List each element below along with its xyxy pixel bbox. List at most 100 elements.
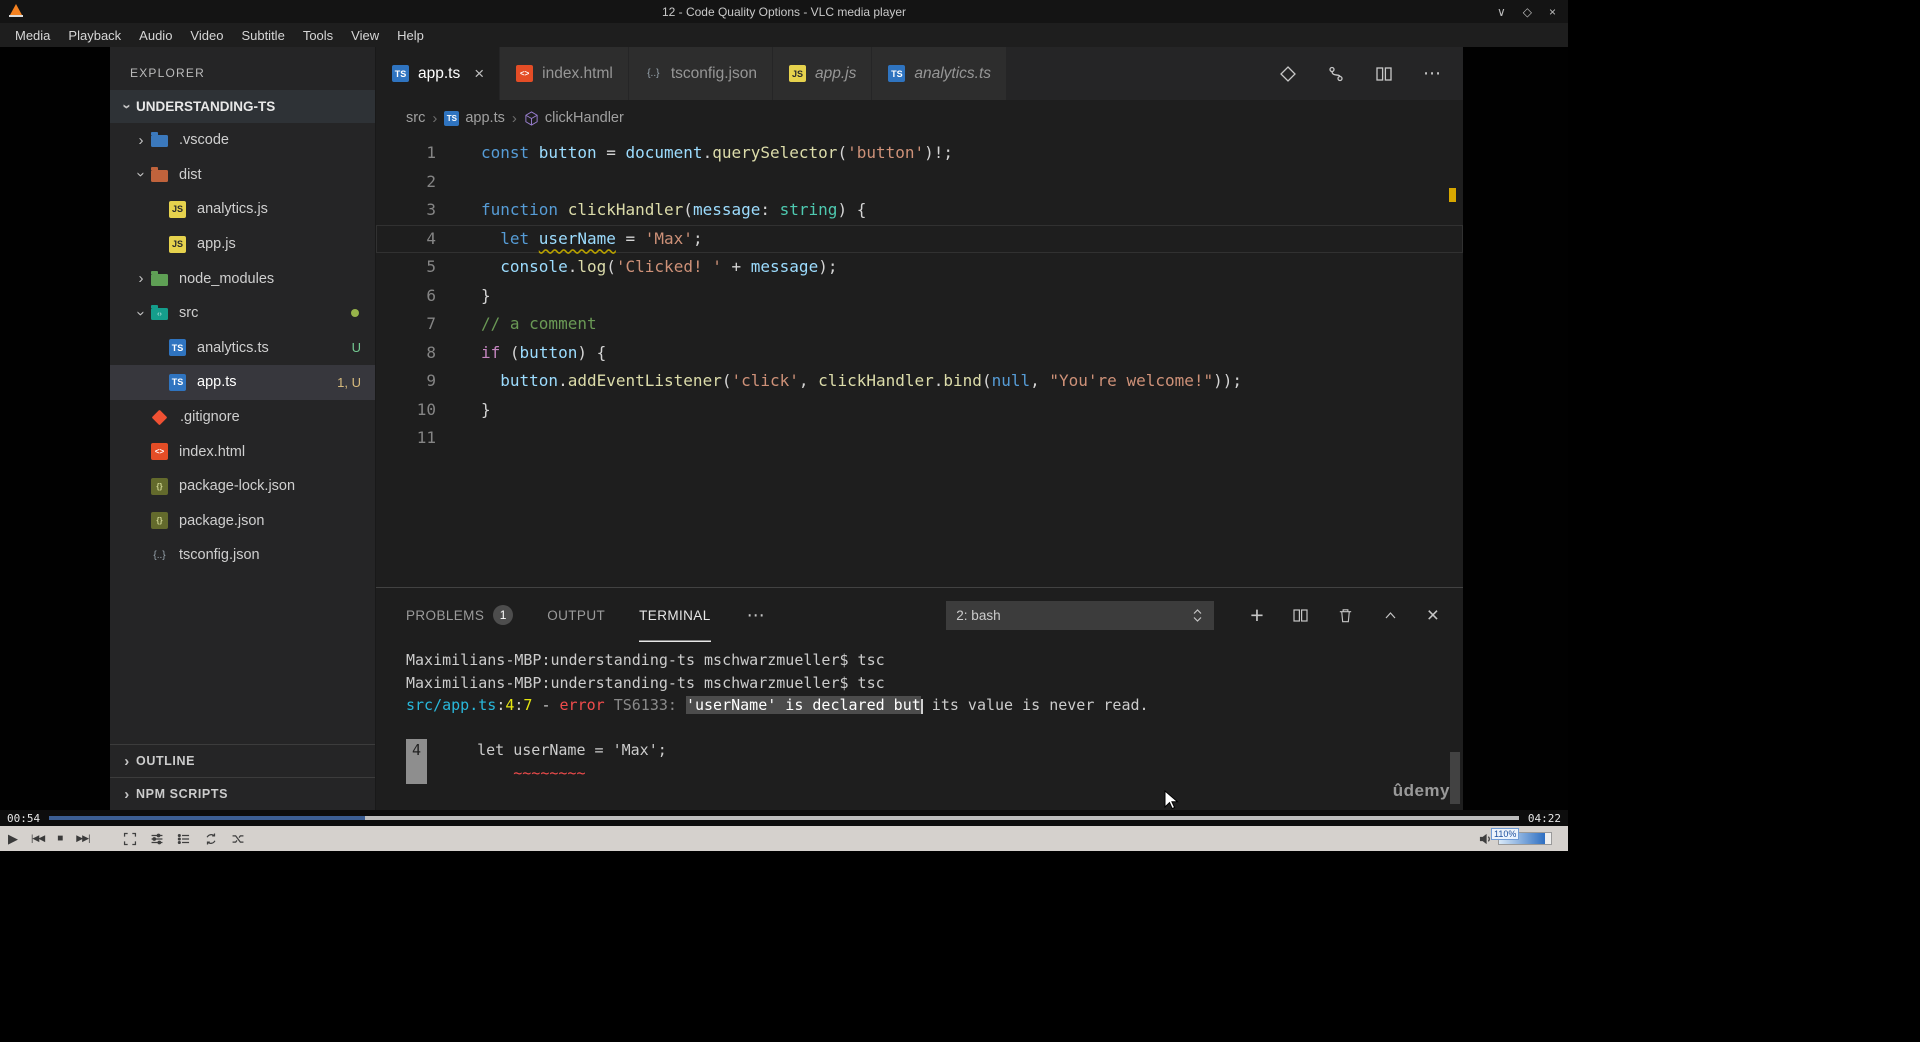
maximize-button[interactable]: ◇ bbox=[1523, 5, 1532, 19]
tree-item-index-html[interactable]: <> index.html bbox=[110, 434, 375, 469]
code-line[interactable]: 3 function clickHandler(message: string) … bbox=[376, 196, 1463, 225]
js-file-icon: JS bbox=[169, 235, 186, 253]
video-area[interactable]: EXPLORER › UNDERSTANDING-TS › .vscode › dis… bbox=[0, 47, 1568, 810]
menu-help[interactable]: Help bbox=[388, 28, 433, 43]
tree-item-tsconfig-json[interactable]: {..} tsconfig.json bbox=[110, 538, 375, 573]
code-editor[interactable]: 1 const button = document.querySelector('… bbox=[376, 136, 1463, 587]
tree-item-src[interactable]: › ‹› src bbox=[110, 296, 375, 331]
menu-media[interactable]: Media bbox=[6, 28, 59, 43]
menu-playback[interactable]: Playback bbox=[59, 28, 130, 43]
window-buttons: ∨ ◇ × bbox=[1497, 0, 1556, 23]
menu-tools[interactable]: Tools bbox=[294, 28, 342, 43]
workspace-root[interactable]: › UNDERSTANDING-TS bbox=[110, 90, 375, 123]
split-terminal-button[interactable] bbox=[1292, 607, 1309, 624]
code-text: button.addEventListener('click', clickHa… bbox=[500, 371, 1243, 390]
git-status-badge: 1, U bbox=[337, 374, 361, 390]
previous-button[interactable]: |◀◀ bbox=[31, 834, 45, 843]
tab-tsconfig-json[interactable]: {..} tsconfig.json bbox=[628, 47, 773, 100]
code-line[interactable]: 7 // a comment bbox=[376, 310, 1463, 339]
close-panel-button[interactable]: × bbox=[1427, 605, 1439, 626]
menu-audio[interactable]: Audio bbox=[130, 28, 181, 43]
code-line[interactable]: 2 bbox=[376, 168, 1463, 197]
tree-item-app-ts[interactable]: TS app.ts 1, U bbox=[110, 365, 375, 400]
terminal-shell-select[interactable]: 2: bash bbox=[946, 600, 1215, 630]
tree-item-dist[interactable]: › dist bbox=[110, 158, 375, 193]
next-button[interactable]: ▶▶| bbox=[76, 834, 90, 843]
git-compare-icon[interactable] bbox=[1279, 65, 1297, 83]
tree-item-label: index.html bbox=[179, 443, 246, 460]
panel-tab-output[interactable]: OUTPUT bbox=[547, 588, 605, 642]
tree-item-analytics-js[interactable]: JS analytics.js bbox=[110, 192, 375, 227]
editor-area: TS app.ts × <> index.html {..} tsconfig.json JS… bbox=[376, 47, 1463, 810]
split-editor-icon[interactable] bbox=[1375, 65, 1393, 83]
more-actions-icon[interactable]: ⋯ bbox=[1423, 63, 1441, 84]
chevron-down-icon: › bbox=[118, 104, 136, 109]
menu-view[interactable]: View bbox=[342, 28, 388, 43]
close-icon[interactable]: × bbox=[474, 64, 484, 84]
npm-scripts-section[interactable]: › NPM SCRIPTS bbox=[110, 777, 375, 810]
tree-item-app-js[interactable]: JS app.js bbox=[110, 227, 375, 262]
git-branch-icon[interactable] bbox=[1327, 65, 1345, 83]
line-number: 8 bbox=[426, 342, 436, 362]
new-terminal-button[interactable]: + bbox=[1250, 603, 1263, 627]
tree-item-analytics-ts[interactable]: TS analytics.ts U bbox=[110, 331, 375, 366]
tree-item-label: app.js bbox=[197, 236, 236, 253]
minimize-button[interactable]: ∨ bbox=[1497, 5, 1506, 19]
tree-item-node-modules[interactable]: › node_modules bbox=[110, 261, 375, 296]
extended-settings-button[interactable] bbox=[150, 832, 164, 846]
tree-item-gitignore[interactable]: .gitignore bbox=[110, 400, 375, 435]
tab-index-html[interactable]: <> index.html bbox=[500, 47, 629, 100]
code-line[interactable]: 6} bbox=[376, 282, 1463, 311]
code-line[interactable]: 4 let userName = 'Max'; bbox=[376, 225, 1463, 254]
panel-more-icon[interactable]: ⋯ bbox=[747, 605, 765, 626]
seek-slider[interactable] bbox=[49, 816, 1519, 820]
panel-tab-problems[interactable]: PROBLEMS 1 bbox=[406, 588, 514, 642]
tab-app-js[interactable]: JS app.js bbox=[773, 47, 873, 100]
shuffle-button[interactable] bbox=[231, 832, 245, 846]
bottom-panel: PROBLEMS 1 OUTPUT TERMINAL ⋯ 2: bash + ×… bbox=[376, 587, 1463, 810]
code-line[interactable]: 1 const button = document.querySelector('… bbox=[376, 139, 1463, 168]
code-line[interactable]: 5 console.log('Clicked! ' + message); bbox=[376, 253, 1463, 282]
code-line[interactable]: 10} bbox=[376, 396, 1463, 425]
breadcrumb-src[interactable]: src bbox=[406, 110, 425, 126]
tab-analytics-ts[interactable]: TS analytics.ts bbox=[872, 47, 1008, 100]
code-line[interactable]: 8 if (button) { bbox=[376, 339, 1463, 368]
code-text: // a comment bbox=[481, 314, 597, 333]
close-button[interactable]: × bbox=[1549, 5, 1556, 19]
udemy-watermark: ûdemy bbox=[1392, 781, 1450, 800]
tree-item-package-json[interactable]: {} package.json bbox=[110, 504, 375, 539]
tree-item-label: package-lock.json bbox=[179, 478, 296, 495]
playlist-button[interactable] bbox=[177, 832, 191, 846]
terminal-line: Maximilians-MBP:understanding-ts mschwar… bbox=[406, 673, 885, 692]
tree-item-vscode[interactable]: › .vscode bbox=[110, 123, 375, 158]
line-number: 11 bbox=[416, 428, 436, 447]
terminal-scrollbar[interactable] bbox=[1450, 752, 1460, 804]
sidebar-bottom: › OUTLINE › NPM SCRIPTS bbox=[110, 744, 375, 810]
outline-section[interactable]: › OUTLINE bbox=[110, 744, 375, 777]
tree-item-label: analytics.js bbox=[197, 201, 268, 218]
tree-item-label: src bbox=[179, 305, 199, 322]
breadcrumb-app-ts[interactable]: TS app.ts bbox=[444, 110, 505, 126]
chevron-right-icon: › bbox=[138, 131, 144, 149]
tab-app-ts[interactable]: TS app.ts × bbox=[376, 47, 501, 100]
tree-item-package-lock-json[interactable]: {} package-lock.json bbox=[110, 469, 375, 504]
vlc-menubar: Media Playback Audio Video Subtitle Tools View… bbox=[0, 23, 1568, 47]
terminal-line: src/app.ts:4:7 - error TS6133: 'userName… bbox=[406, 696, 1149, 714]
maximize-panel-button[interactable] bbox=[1382, 607, 1399, 624]
code-text: } bbox=[481, 399, 491, 419]
loop-button[interactable] bbox=[204, 832, 218, 846]
stop-button[interactable]: ■ bbox=[57, 833, 63, 844]
menu-video[interactable]: Video bbox=[181, 28, 232, 43]
vlc-titlebar[interactable]: 12 - Code Quality Options - VLC media pl… bbox=[0, 0, 1568, 23]
terminal-output[interactable]: Maximilians-MBP:understanding-ts mschwar… bbox=[376, 642, 1463, 810]
breadcrumb-clickhandler[interactable]: clickHandler bbox=[524, 110, 624, 126]
chevron-right-icon: › bbox=[124, 752, 130, 770]
kill-terminal-button[interactable] bbox=[1337, 607, 1354, 624]
menu-subtitle[interactable]: Subtitle bbox=[232, 28, 293, 43]
code-line[interactable]: 9 button.addEventListener('click', click… bbox=[376, 367, 1463, 396]
code-line[interactable]: 11 bbox=[376, 424, 1463, 453]
panel-tab-terminal[interactable]: TERMINAL bbox=[639, 588, 710, 642]
braces-file-icon: {..} bbox=[153, 549, 166, 561]
fullscreen-button[interactable] bbox=[123, 832, 137, 846]
play-button[interactable]: ▶ bbox=[8, 832, 18, 845]
